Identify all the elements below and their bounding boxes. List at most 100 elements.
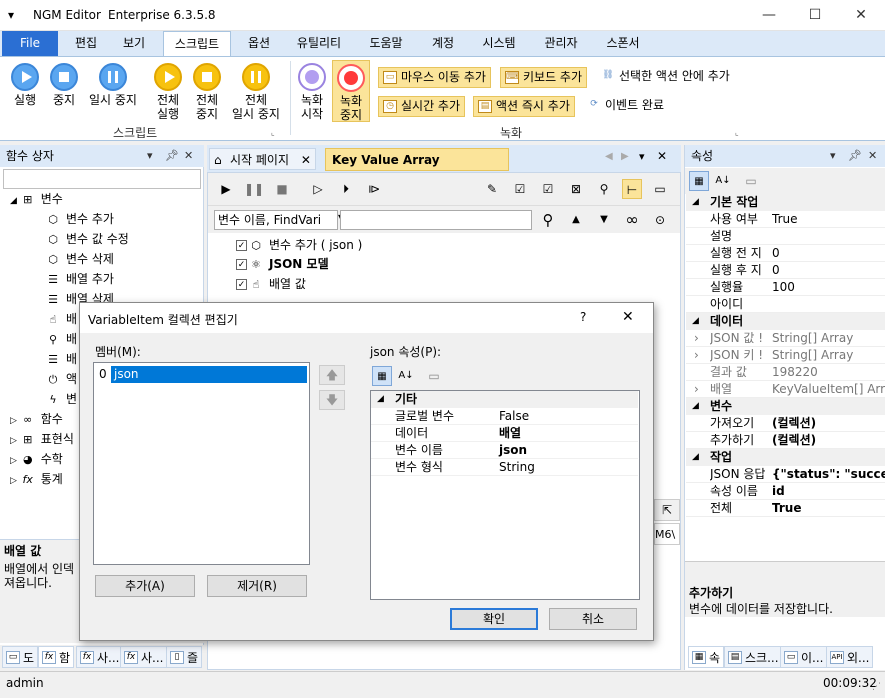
menu-script[interactable]: 스크립트 bbox=[163, 31, 231, 56]
step-into-icon[interactable]: ⏵ bbox=[336, 179, 356, 199]
close-icon[interactable]: ✕ bbox=[657, 149, 667, 163]
property-row[interactable]: 추가하기 (컬렉션) bbox=[686, 432, 885, 449]
output-panel-icon[interactable]: ⇱ bbox=[654, 499, 680, 521]
mouse-move-add-button[interactable]: ▭ 마우스 이동 추가 bbox=[378, 67, 491, 88]
property-row[interactable]: 글로벌 변수 False bbox=[371, 408, 638, 425]
tab-image[interactable]: ▭ 이... bbox=[780, 646, 828, 668]
menu-sponsor[interactable]: 스폰서 bbox=[596, 31, 650, 56]
tree-item-add-variable[interactable]: ⬡ 변수 추가 bbox=[46, 209, 114, 229]
menu-help[interactable]: 도움말 bbox=[358, 31, 414, 56]
tree-item-action[interactable]: ⏻ 액 bbox=[46, 369, 77, 389]
tab-properties[interactable]: ▦ 속 bbox=[688, 646, 725, 668]
collapse-icon[interactable]: ◢ bbox=[377, 391, 384, 408]
delete-icon[interactable]: ⊠ bbox=[566, 179, 586, 199]
property-row[interactable]: 설명 bbox=[686, 228, 885, 245]
tree-item-add-array[interactable]: ☰ 배열 추가 bbox=[46, 269, 114, 289]
category-other[interactable]: ◢ 기타 bbox=[371, 391, 638, 408]
tab-favorites[interactable]: ▯ 즐 bbox=[166, 646, 203, 668]
property-row[interactable]: 실행 후 지0 bbox=[686, 262, 885, 279]
play-icon[interactable]: ▶ bbox=[216, 179, 236, 199]
menu-system[interactable]: 시스템 bbox=[472, 31, 526, 56]
pin-icon[interactable]: 📌︎ bbox=[848, 145, 862, 167]
menu-admin[interactable]: 관리자 bbox=[534, 31, 588, 56]
cancel-button[interactable]: 취소 bbox=[549, 608, 637, 630]
tab-start-page[interactable]: ⌂ 시작 페이지 ✕ bbox=[209, 148, 316, 170]
collapse-icon[interactable]: ◢ bbox=[692, 313, 699, 330]
system-menu-icon[interactable]: ▾ bbox=[8, 8, 14, 22]
script-item-add-variable[interactable]: ✓ ⬡ 변수 추가 ( json ) bbox=[236, 235, 362, 255]
more-icon[interactable]: ⊙ bbox=[650, 210, 670, 230]
list-item[interactable]: 0 json bbox=[97, 366, 307, 383]
property-row[interactable]: 결과 값 198220 bbox=[686, 364, 885, 381]
tree-item-edit-variable[interactable]: ⬡ 변수 값 수정 bbox=[46, 229, 129, 249]
scroll-right-icon[interactable]: ▶ bbox=[621, 151, 629, 162]
check-all-icon[interactable]: ☑ bbox=[510, 179, 530, 199]
help-button[interactable]: ? bbox=[580, 310, 586, 324]
tree-item-array-3[interactable]: ☰ 배 bbox=[46, 349, 77, 369]
sort-az-icon[interactable]: A↓ bbox=[396, 366, 416, 386]
tree-node-expressions[interactable]: ▷ ⊞ 표현식 bbox=[10, 429, 74, 449]
property-row[interactable]: 실행율 100 bbox=[686, 279, 885, 296]
menu-options[interactable]: 옵션 bbox=[238, 31, 280, 56]
collapse-icon[interactable]: ◢ bbox=[692, 194, 699, 211]
pause-icon[interactable]: ❚❚ bbox=[244, 179, 264, 199]
checkbox[interactable]: ✓ bbox=[236, 259, 247, 270]
stop-all-button[interactable]: 전체 중지 bbox=[187, 63, 227, 121]
script-item-json-model[interactable]: ✓ ⚛ JSON 모델 bbox=[236, 254, 329, 274]
expand-icon[interactable]: › bbox=[694, 347, 699, 364]
pin-icon[interactable]: 📌︎ bbox=[165, 145, 179, 167]
dialog-launcher-icon[interactable]: ⌞ bbox=[735, 128, 739, 137]
tree-item-array-1[interactable]: ☝ 배 bbox=[46, 309, 77, 329]
record-start-button[interactable]: 녹화 시작 bbox=[294, 63, 330, 121]
property-row[interactable]: 변수 이름 json bbox=[371, 442, 638, 459]
tab-toolbox[interactable]: ▭ 도 bbox=[2, 646, 39, 668]
tree-node-variables[interactable]: ◢ ⊞ 변수 bbox=[10, 189, 63, 209]
run-button[interactable]: 실행 bbox=[6, 63, 44, 107]
step-icon[interactable]: ▷ bbox=[308, 179, 328, 199]
collapse-icon[interactable]: ◢ bbox=[692, 449, 699, 466]
tab-user-1[interactable]: fx 사... bbox=[76, 646, 124, 668]
checkbox[interactable]: ✓ bbox=[236, 279, 247, 290]
menu-view[interactable]: 보기 bbox=[114, 31, 154, 56]
tree-item-array-2[interactable]: ⚲ 배 bbox=[46, 329, 77, 349]
property-pages-icon[interactable]: ▭ bbox=[741, 171, 761, 191]
expand-icon[interactable]: ▷ bbox=[10, 476, 17, 486]
property-row[interactable]: 실행 전 지0 bbox=[686, 245, 885, 262]
add-button[interactable]: 추가(A) bbox=[95, 575, 195, 597]
collapse-icon[interactable]: ◢ bbox=[692, 398, 699, 415]
close-button[interactable]: ✕ bbox=[838, 0, 884, 31]
sort-az-icon[interactable]: A↓ bbox=[713, 171, 733, 191]
menu-account[interactable]: 계정 bbox=[422, 31, 464, 56]
menu-edit[interactable]: 편집 bbox=[66, 31, 106, 56]
add-inside-action-button[interactable]: ⛓ 선택한 액션 안에 추가 bbox=[597, 67, 734, 88]
tree-view-icon[interactable]: ⊢ bbox=[622, 179, 642, 199]
chevron-down-icon[interactable]: ▼ bbox=[594, 210, 614, 230]
property-row[interactable]: › JSON 값 ! String[] Array bbox=[686, 330, 885, 347]
minimize-button[interactable]: — bbox=[746, 0, 792, 31]
tree-node-math[interactable]: ▷ ◕ 수학 bbox=[10, 449, 63, 469]
tree-item-delete-variable[interactable]: ⬡ 변수 삭제 bbox=[46, 249, 114, 269]
category-basic[interactable]: ◢ 기본 작업 bbox=[686, 194, 885, 211]
infinity-icon[interactable]: ∞ bbox=[622, 210, 642, 230]
property-row[interactable]: › JSON 키 ! String[] Array bbox=[686, 347, 885, 364]
search-icon[interactable]: ⚲ bbox=[538, 210, 558, 230]
property-row[interactable]: 아이디 bbox=[686, 296, 885, 313]
function-search-input[interactable] bbox=[3, 169, 201, 189]
maximize-button[interactable]: ☐ bbox=[792, 0, 838, 31]
stop-button[interactable]: 중지 bbox=[46, 63, 82, 107]
expand-icon[interactable]: › bbox=[694, 330, 699, 347]
dropdown-icon[interactable]: ▾ bbox=[639, 150, 645, 163]
tree-item-variable-2[interactable]: ϟ변 bbox=[46, 389, 77, 409]
menu-utility[interactable]: 유틸리티 bbox=[288, 31, 350, 56]
chevron-up-icon[interactable]: ▲ bbox=[566, 210, 586, 230]
tree-node-functions[interactable]: ▷ ∞ 함수 bbox=[10, 409, 63, 429]
remove-button[interactable]: 제거(R) bbox=[207, 575, 307, 597]
scroll-left-icon[interactable]: ◀ bbox=[605, 151, 613, 162]
realtime-add-button[interactable]: ◷ 실시간 추가 bbox=[378, 96, 466, 117]
close-icon[interactable]: ✕ bbox=[868, 145, 877, 167]
check-icon[interactable]: ☑ bbox=[538, 179, 558, 199]
move-down-button[interactable]: 🡇 bbox=[319, 390, 345, 410]
members-list[interactable]: 0 json bbox=[93, 362, 310, 565]
dropdown-icon[interactable]: ▾ bbox=[147, 145, 153, 167]
property-row[interactable]: 변수 형식 String bbox=[371, 459, 638, 476]
